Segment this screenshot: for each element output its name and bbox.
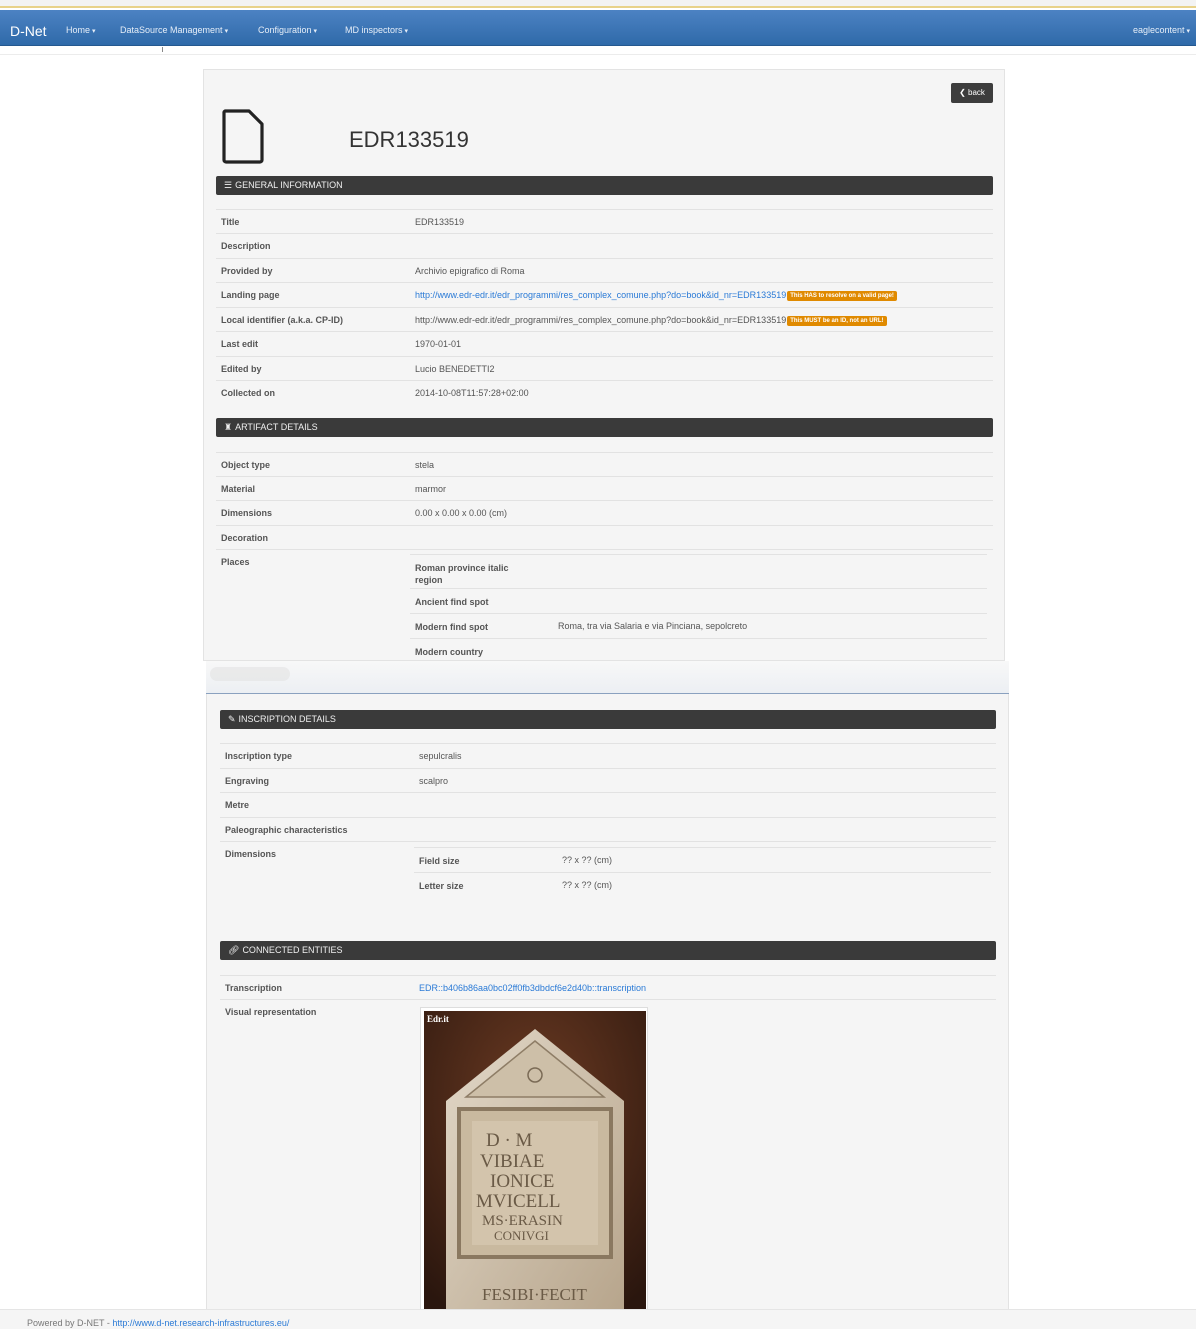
section-connected-entities: 🔗︎ CONNECTED ENTITIES	[220, 941, 996, 960]
page-title: EDR133519	[349, 127, 469, 152]
row-edited-by: Edited by Lucio BENEDETTI2	[216, 356, 993, 380]
record-panel-continued: ✎ INSCRIPTION DETAILS Inscription type sep…	[206, 694, 1009, 1313]
row-collected-on: Collected on 2014-10-08T11:57:28+02:00	[216, 380, 993, 404]
nav-configuration[interactable]: Configuration ▾	[258, 25, 317, 35]
file-icon	[222, 109, 264, 164]
section-artifact-details: ♜ ARTIFACT DETAILS	[216, 418, 993, 437]
nav-home[interactable]: Home ▾	[66, 25, 96, 35]
section-general-information: ☰ GENERAL INFORMATION	[216, 176, 993, 195]
navbar: D-Net Home ▾ DataSource Management ▾ Confi…	[0, 10, 1196, 46]
svg-text:VIBIAE: VIBIAE	[480, 1151, 544, 1172]
list-icon: ☰	[224, 180, 233, 190]
back-button[interactable]: ❮ back	[951, 83, 993, 103]
pushpin-icon: ✎	[228, 714, 236, 724]
image-watermark: Edr.it	[427, 1014, 449, 1024]
field-size: Field size?? x ?? (cm)	[414, 847, 991, 872]
inscription-image[interactable]: D · M VIBIAE IONICE MVICELL MS·ERASIN CO…	[420, 1007, 648, 1313]
landing-page-link[interactable]: http://www.edr-edr.it/edr_programmi/res_…	[415, 290, 786, 300]
svg-text:D · M: D · M	[486, 1130, 533, 1151]
row-decoration: Decoration	[216, 525, 993, 549]
artifact-icon: ♜	[224, 422, 233, 432]
footer-link[interactable]: http://www.d-net.research-infrastructure…	[112, 1318, 289, 1328]
caret-down-icon: ▾	[404, 28, 409, 35]
chevron-left-icon: ❮	[959, 88, 966, 97]
place-modern-country: Modern country	[410, 638, 987, 662]
caret-down-icon: ▾	[1186, 28, 1190, 35]
row-inscription-type: Inscription type sepulcralis	[220, 743, 996, 767]
section-inscription-details: ✎ INSCRIPTION DETAILS	[220, 710, 996, 729]
top-strip	[0, 0, 1196, 8]
nav-md-inspectors[interactable]: MD inspectors ▾	[345, 25, 408, 35]
row-places: Places Roman province italic region Anci…	[216, 549, 993, 661]
brand-logo[interactable]: D-Net	[10, 23, 47, 39]
caret-down-icon: ▾	[92, 28, 96, 35]
row-engraving: Engraving scalpro	[220, 768, 996, 792]
svg-text:FESIBI·FECIT: FESIBI·FECIT	[482, 1285, 587, 1304]
row-object-type: Object type stela	[216, 452, 993, 476]
row-local-identifier: Local identifier (a.k.a. CP-ID) http://ww…	[216, 307, 993, 331]
row-last-edit: Last edit 1970-01-01	[216, 331, 993, 355]
row-paleographic: Paleographic characteristics	[220, 817, 996, 841]
row-provided-by: Provided by Archivio epigrafico di Roma	[216, 258, 993, 282]
svg-text:MS·ERASIN: MS·ERASIN	[482, 1213, 563, 1229]
row-transcription: Transcription EDR::b406b86aa0bc02ff0fb3db…	[220, 975, 996, 999]
caret-down-icon: ▾	[313, 28, 318, 35]
row-inscription-dimensions: Dimensions Field size?? x ?? (cm) Letter…	[220, 841, 996, 901]
row-material: Material marmor	[216, 476, 993, 500]
subnav	[0, 47, 1196, 55]
place-modern-find-spot: Modern find spot Roma, tra via Salaria e …	[410, 613, 987, 638]
caret-down-icon: ▾	[224, 28, 229, 35]
row-title: Title EDR133519	[216, 209, 993, 233]
place-roman-province: Roman province italic region	[410, 554, 987, 588]
nav-datasource-management[interactable]: DataSource Management ▾	[120, 25, 228, 35]
svg-text:MVICELL: MVICELL	[476, 1191, 560, 1212]
stele-photo: D · M VIBIAE IONICE MVICELL MS·ERASIN CO…	[424, 1011, 646, 1311]
row-metre: Metre	[220, 792, 996, 816]
footer: Powered by D-NET - http://www.d-net.rese…	[0, 1309, 1196, 1329]
letter-size: Letter size?? x ?? (cm)	[414, 872, 991, 897]
row-description: Description	[216, 233, 993, 257]
warning-badge: This MUST be an ID, not an URL!	[787, 316, 887, 326]
record-panel: ❮ back EDR133519 ☰ GENERAL INFORMATION Ti…	[203, 69, 1005, 661]
place-ancient-find-spot: Ancient find spot	[410, 588, 987, 613]
transcription-link[interactable]: EDR::b406b86aa0bc02ff0fb3dbdcf6e2d40b::t…	[419, 983, 646, 993]
svg-text:IONICE: IONICE	[490, 1171, 554, 1192]
user-menu[interactable]: eaglecontent ▾	[1133, 25, 1190, 35]
row-landing-page: Landing page http://www.edr-edr.it/edr_pr…	[216, 282, 993, 306]
warning-badge: This HAS to resolve on a valid page!	[787, 291, 897, 301]
link-icon: 🔗︎	[228, 945, 240, 955]
row-dimensions: Dimensions 0.00 x 0.00 x 0.00 (cm)	[216, 500, 993, 524]
screenshot-seam	[206, 661, 1009, 694]
svg-text:CONIVGI: CONIVGI	[494, 1228, 549, 1243]
